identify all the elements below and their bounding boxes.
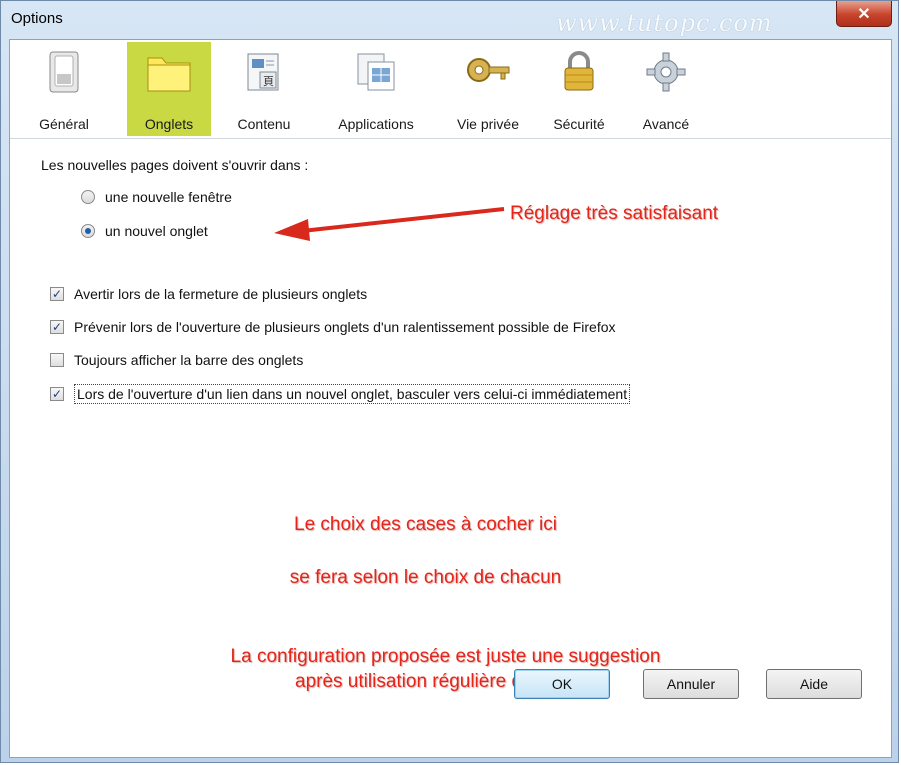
watermark: www.tutopc.com xyxy=(556,9,773,37)
note-line-3: La configuration proposée est juste une … xyxy=(230,646,661,667)
tab-contenu[interactable]: 頁 Contenu xyxy=(222,42,306,136)
applications-icon xyxy=(357,53,395,91)
open-pages-heading: Les nouvelles pages doivent s'ouvrir dan… xyxy=(41,157,308,173)
content-icon: 頁 xyxy=(247,53,279,91)
ok-button[interactable]: OK xyxy=(514,669,610,699)
radio-new-window-label: une nouvelle fenêtre xyxy=(105,189,232,205)
switch-icon xyxy=(49,51,79,93)
options-window: Options www.tutopc.com ✕ Général Onglets… xyxy=(0,0,899,763)
category-toolbar: Général Onglets 頁 Contenu Applications V… xyxy=(10,40,891,139)
tab-contenu-label: Contenu xyxy=(237,116,291,132)
folder-tab-icon xyxy=(147,57,191,92)
tab-applications[interactable]: Applications xyxy=(317,42,435,136)
tab-onglets-label: Onglets xyxy=(144,116,194,132)
note-line-2: se fera selon le choix de chacun xyxy=(289,567,562,588)
open-pages-label: Les nouvelles pages doivent s'ouvrir dan… xyxy=(41,157,309,173)
radio-new-window-button[interactable] xyxy=(81,190,95,204)
padlock-icon xyxy=(564,51,594,91)
tab-general-label: Général xyxy=(39,116,89,132)
checkbox-3-label: Toujours afficher la barre des onglets xyxy=(74,352,304,368)
tab-avance[interactable]: Avancé xyxy=(626,42,706,136)
radio-new-tab-label: un nouvel onglet xyxy=(105,223,208,239)
help-button[interactable]: Aide xyxy=(766,669,862,699)
svg-text:頁: 頁 xyxy=(263,75,274,88)
tab-avance-label: Avancé xyxy=(642,116,690,132)
close-button[interactable]: ✕ xyxy=(836,1,892,27)
radio-new-window[interactable]: une nouvelle fenêtre xyxy=(81,189,232,205)
gear-icon xyxy=(646,52,686,92)
tab-vie-privee[interactable]: Vie privée xyxy=(446,42,530,136)
red-arrow xyxy=(274,207,505,241)
tab-securite[interactable]: Sécurité xyxy=(539,42,619,136)
checkbox-row-3[interactable]: Toujours afficher la barre des onglets xyxy=(50,352,303,368)
dialog-client-area: Général Onglets 頁 Contenu Applications V… xyxy=(9,39,892,758)
checkbox-2[interactable]: ✓ xyxy=(50,320,64,334)
arrow-note: Réglage très satisfaisant xyxy=(510,203,719,224)
checkbox-row-4[interactable]: ✓ Lors de l'ouverture d'un lien dans un … xyxy=(50,384,631,404)
window-title: Options xyxy=(11,10,63,27)
tab-securite-label: Sécurité xyxy=(553,116,605,132)
checkbox-2-label: Prévenir lors de l'ouverture de plusieur… xyxy=(74,319,616,335)
radio-new-tab[interactable]: un nouvel onglet xyxy=(81,223,208,239)
checkbox-4-label: Lors de l'ouverture d'un lien dans un no… xyxy=(74,384,631,404)
tab-vie-privee-label: Vie privée xyxy=(456,116,519,132)
note-line-4: après utilisation régulière de Firefox xyxy=(295,671,596,692)
checkbox-1-label: Avertir lors de la fermeture de plusieur… xyxy=(74,286,368,302)
checkbox-3[interactable] xyxy=(50,353,64,367)
title-bar: Options www.tutopc.com ✕ xyxy=(1,1,898,39)
close-icon: ✕ xyxy=(857,5,871,23)
tab-onglets[interactable]: Onglets xyxy=(127,42,211,136)
cancel-button[interactable]: Annuler xyxy=(643,669,739,699)
tab-general[interactable]: Général xyxy=(32,42,96,136)
tab-applications-label: Applications xyxy=(338,116,414,132)
radio-new-tab-button[interactable] xyxy=(81,224,95,238)
checkbox-row-2[interactable]: ✓ Prévenir lors de l'ouverture de plusie… xyxy=(50,319,616,335)
note-line-1: Le choix des cases à cocher ici xyxy=(294,514,557,535)
key-icon xyxy=(467,58,510,82)
checkbox-4[interactable]: ✓ xyxy=(50,387,64,401)
checkbox-1[interactable]: ✓ xyxy=(50,287,64,301)
checkbox-row-1[interactable]: ✓ Avertir lors de la fermeture de plusie… xyxy=(50,286,367,302)
